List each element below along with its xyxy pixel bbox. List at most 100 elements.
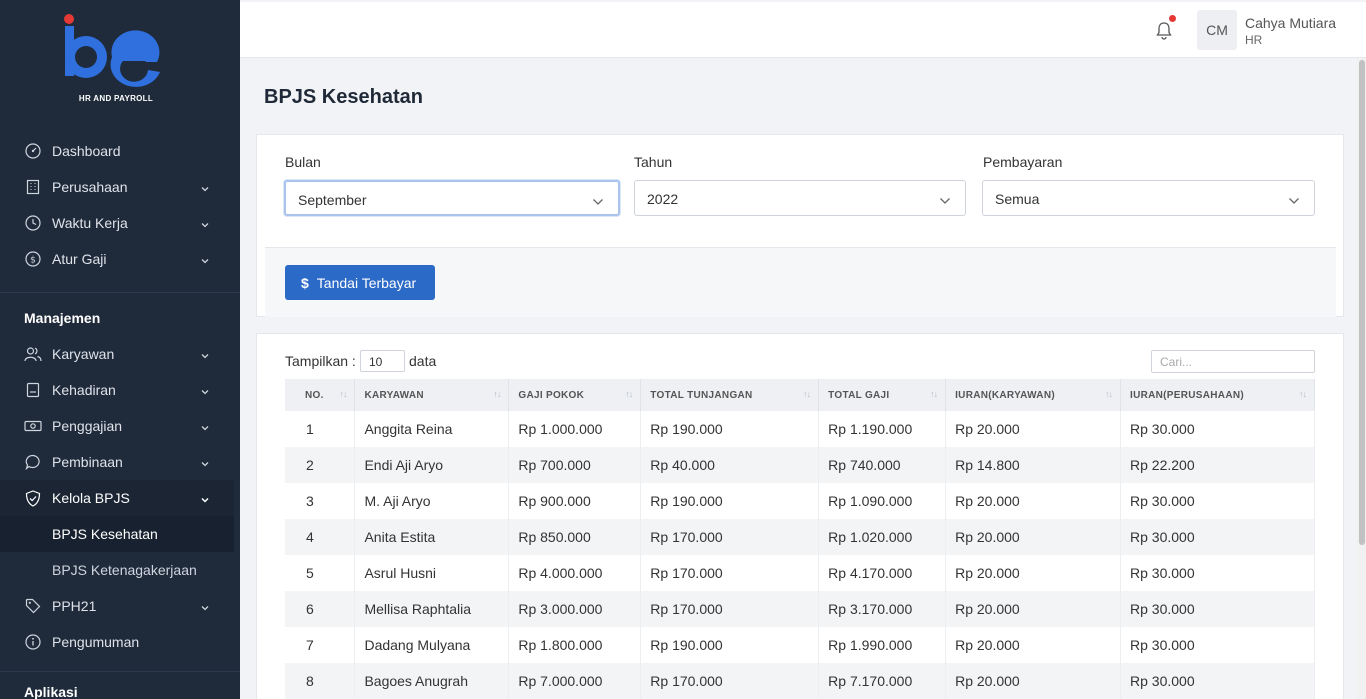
table-row[interactable]: 3 M. Aji Aryo Rp 900.000 Rp 190.000 Rp 1.090… [285, 483, 1315, 519]
dashboard-icon [24, 142, 42, 160]
chevron-down-icon [200, 600, 210, 616]
chevron-down-icon [200, 253, 210, 269]
search-input[interactable]: Cari... [1151, 350, 1315, 373]
logo[interactable]: HR AND PAYROLL [0, 0, 240, 120]
cell-total-allowance: Rp 170.000 [640, 555, 820, 591]
sidebar-item-karyawan[interactable]: Karyawan [0, 336, 240, 372]
month-select[interactable]: September [284, 180, 620, 216]
cell-total-salary: Rp 7.170.000 [818, 663, 947, 699]
users-icon [24, 345, 42, 363]
cell-employee: Dadang Mulyana [354, 627, 510, 663]
sidebar-item-kehadiran[interactable]: Kehadiran [0, 372, 240, 408]
payment-label: Pembayaran [983, 154, 1063, 170]
cell-employee: Endi Aji Aryo [354, 447, 510, 483]
cell-no: 4 [285, 519, 356, 555]
cell-employee: M. Aji Aryo [354, 483, 510, 519]
mark-paid-label: Tandai Terbayar [316, 274, 417, 291]
building-icon [24, 178, 42, 196]
sidebar-divider [0, 292, 240, 293]
notification-dot [1169, 15, 1176, 22]
sidebar-item-dashboard[interactable]: Dashboard [0, 133, 240, 169]
sidebar-item-waktu-kerja[interactable]: Waktu Kerja [0, 205, 240, 241]
sidebar-item-penggajian[interactable]: Penggajian [0, 408, 240, 444]
column-header-no[interactable]: NO. ↑↓ [285, 379, 356, 411]
column-header-total-salary[interactable]: TOTAL GAJI ↑↓ [818, 379, 947, 411]
cell-base-salary: Rp 1.800.000 [508, 627, 642, 663]
chevron-down-icon [200, 348, 210, 364]
sidebar-subitem-bpjs-ketenagakerjaan[interactable]: BPJS Ketenagakerjaan [0, 552, 240, 588]
sidebar-item-pengumuman[interactable]: Pengumuman [0, 624, 240, 660]
cell-total-allowance: Rp 170.000 [640, 591, 820, 627]
sidebar-item-kelola-bpjs[interactable]: Kelola BPJS [0, 480, 234, 516]
sort-icon: ↑↓ [803, 389, 811, 399]
chevron-down-icon [200, 492, 210, 508]
cell-company-contribution: Rp 30.000 [1120, 627, 1315, 663]
sidebar-item-label: PPH21 [52, 598, 97, 614]
payment-select[interactable]: Semua [982, 180, 1315, 216]
user-role: HR [1245, 33, 1263, 47]
avatar[interactable]: CM [1197, 10, 1237, 50]
page-size-input[interactable]: 10 [360, 350, 405, 372]
table-header-row: NO. ↑↓ KARYAWAN ↑↓ GAJI POKOK ↑↓ TOTAL TUNJ… [285, 379, 1315, 411]
column-header-employee-contribution[interactable]: IURAN(KARYAWAN) ↑↓ [945, 379, 1122, 411]
sidebar-item-perusahaan[interactable]: Perusahaan [0, 169, 240, 205]
sort-icon: ↑↓ [930, 389, 938, 399]
cell-company-contribution: Rp 22.200 [1120, 447, 1315, 483]
chevron-down-icon [200, 217, 210, 233]
cell-total-allowance: Rp 190.000 [640, 483, 820, 519]
bpjs-table: NO. ↑↓ KARYAWAN ↑↓ GAJI POKOK ↑↓ TOTAL TUNJ… [285, 379, 1315, 699]
sidebar-item-label: Kehadiran [52, 382, 116, 398]
chevron-down-icon [1288, 193, 1300, 209]
chevron-down-icon [200, 384, 210, 400]
cell-employee-contribution: Rp 20.000 [945, 663, 1122, 699]
sidebar-item-label: Pembinaan [52, 454, 123, 470]
sidebar-item-pembinaan[interactable]: Pembinaan [0, 444, 240, 480]
cell-employee: Anita Estita [354, 519, 510, 555]
cell-total-salary: Rp 1.990.000 [818, 627, 947, 663]
column-header-company-contribution[interactable]: IURAN(PERUSAHAAN) ↑↓ [1120, 379, 1315, 411]
cell-company-contribution: Rp 30.000 [1120, 519, 1315, 555]
cell-total-salary: Rp 1.090.000 [818, 483, 947, 519]
year-select[interactable]: 2022 [634, 180, 966, 216]
sidebar-item-atur-gaji[interactable]: $ Atur Gaji [0, 241, 240, 277]
table-row[interactable]: 7 Dadang Mulyana Rp 1.800.000 Rp 190.000 Rp … [285, 627, 1315, 663]
table-row[interactable]: 5 Asrul Husni Rp 4.000.000 Rp 170.000 Rp 4.1… [285, 555, 1315, 591]
column-header-total-allowance[interactable]: TOTAL TUNJANGAN ↑↓ [640, 379, 820, 411]
table-row[interactable]: 8 Bagoes Anugrah Rp 7.000.000 Rp 170.000 Rp … [285, 663, 1315, 699]
sidebar-item-label: Karyawan [52, 346, 115, 362]
column-header-base-salary[interactable]: GAJI POKOK ↑↓ [508, 379, 642, 411]
sidebar-item-label: Penggajian [52, 418, 123, 434]
table-row[interactable]: 4 Anita Estita Rp 850.000 Rp 170.000 Rp 1.02… [285, 519, 1315, 555]
notification-bell-icon[interactable] [1155, 15, 1176, 45]
cell-total-allowance: Rp 170.000 [640, 663, 820, 699]
be-logo-icon [64, 14, 160, 87]
cell-total-allowance: Rp 190.000 [640, 411, 820, 447]
cell-total-allowance: Rp 40.000 [640, 447, 820, 483]
cell-employee-contribution: Rp 20.000 [945, 483, 1122, 519]
month-select-value: September [298, 192, 367, 208]
sidebar-subitem-bpjs-kesehatan[interactable]: BPJS Kesehatan [0, 516, 234, 552]
cell-base-salary: Rp 3.000.000 [508, 591, 642, 627]
sort-icon: ↑↓ [339, 389, 347, 399]
mark-paid-button[interactable]: $ Tandai Terbayar [285, 265, 435, 300]
chevron-down-icon [200, 456, 210, 472]
cell-base-salary: Rp 700.000 [508, 447, 642, 483]
sidebar-item-label: Perusahaan [52, 179, 128, 195]
page-size-suffix: data [409, 353, 437, 369]
chat-icon [24, 453, 42, 471]
sidebar-item-pph21[interactable]: PPH21 [0, 588, 240, 624]
logo-tagline: HR AND PAYROLL [78, 94, 154, 103]
user-name[interactable]: Cahya Mutiara [1245, 15, 1336, 31]
page-scrollbar-thumb[interactable] [1359, 60, 1365, 545]
cell-no: 2 [285, 447, 356, 483]
cell-no: 6 [285, 591, 356, 627]
table-row[interactable]: 2 Endi Aji Aryo Rp 700.000 Rp 40.000 Rp 740.… [285, 447, 1315, 483]
table-row[interactable]: 1 Anggita Reina Rp 1.000.000 Rp 190.000 Rp 1… [285, 411, 1315, 447]
sidebar-item-label: Kelola BPJS [52, 490, 130, 506]
clipboard-icon [24, 381, 42, 399]
table-row[interactable]: 6 Mellisa Raphtalia Rp 3.000.000 Rp 170.000… [285, 591, 1315, 627]
cell-employee-contribution: Rp 14.800 [945, 447, 1122, 483]
sort-icon: ↑↓ [493, 389, 501, 399]
column-header-employee[interactable]: KARYAWAN ↑↓ [354, 379, 510, 411]
sidebar-item-label: Atur Gaji [52, 251, 107, 267]
